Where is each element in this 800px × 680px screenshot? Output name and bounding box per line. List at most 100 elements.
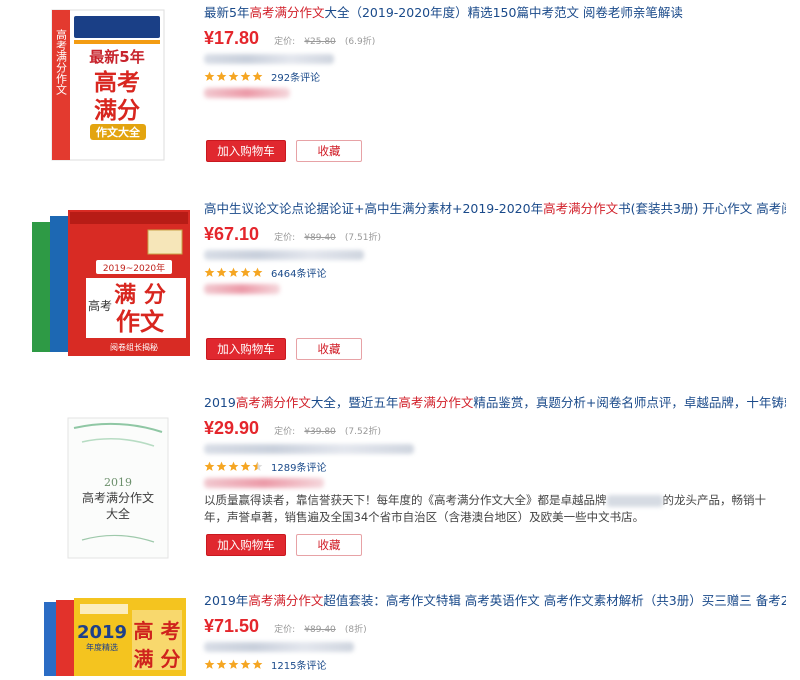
title-text: 书(套装共3册) 开心作文 高考阅卷组长揭秘, xyxy=(618,201,786,216)
star-icon xyxy=(240,267,251,278)
title-highlight: 高考满分作文 xyxy=(249,5,325,20)
price-row: ¥29.90 定价: ¥39.80 (7.52折) xyxy=(204,418,786,440)
product-title-link[interactable]: 高中生议论文论点论据论证+高中生满分素材+2019-2020年高考满分作文书(套… xyxy=(204,200,786,218)
cover-side-text: 高考 xyxy=(88,298,112,313)
star-icon xyxy=(240,461,251,472)
cover-top-text: 最新5年 xyxy=(89,48,144,66)
action-buttons: 加入购物车 收藏 xyxy=(206,338,362,360)
star-icon xyxy=(240,71,251,82)
product-title-link[interactable]: 2019高考满分作文大全，暨近五年高考满分作文精品鉴赏，真题分析+阅卷名师点评，… xyxy=(204,394,786,412)
list-price: ¥25.80 xyxy=(304,37,336,47)
book-cover-image[interactable]: 高考满分作文 最新5年 高考 满分 作文大全 xyxy=(22,2,194,162)
product-description: 以质量赢得读者，靠信誉获天下！每年度的《高考满分作文大全》都是卓越品牌 的龙头产品… xyxy=(204,492,784,526)
favorite-button[interactable]: 收藏 xyxy=(296,338,362,360)
redacted-info xyxy=(204,54,334,64)
title-highlight: 高考满分作文 xyxy=(398,395,474,410)
price-row: ¥71.50 定价: ¥89.40 (8折) xyxy=(204,616,786,638)
product-info: 高中生议论文论点论据论证+高中生满分素材+2019-2020年高考满分作文书(套… xyxy=(204,200,786,294)
title-text: 大全（2019-2020年度）精选150篇中考范文 阅卷老师亲笔解读 xyxy=(324,5,683,20)
star-icon xyxy=(204,461,215,472)
title-text: 2019 xyxy=(204,395,236,410)
product-info: 2019年高考满分作文超值套装：高考作文特辑 高考英语作文 高考作文素材解析（共… xyxy=(204,592,786,672)
rating-row: 6464条评论 xyxy=(204,264,786,280)
cover-sub-text: 作文大全 xyxy=(96,125,141,139)
cover-big-text-1: 高考 xyxy=(94,69,140,96)
product-item: 高考满分作文 最新5年 高考 满分 作文大全 最新5年高考满分作文大全（2019… xyxy=(0,0,800,190)
list-price: ¥39.80 xyxy=(304,427,336,437)
list-price: ¥89.40 xyxy=(304,233,336,243)
list-price: ¥89.40 xyxy=(304,625,336,635)
title-text: 精品鉴赏，真题分析+阅卷名师点评，卓越品牌，十年铸就 xyxy=(473,395,786,410)
redacted-shop xyxy=(204,88,290,98)
star-icon xyxy=(252,71,263,82)
product-info: 最新5年高考满分作文大全（2019-2020年度）精选150篇中考范文 阅卷老师… xyxy=(204,4,786,98)
redacted-info xyxy=(204,444,414,454)
list-price-label: 定价: xyxy=(274,625,296,635)
cover-top-text: 2019~2020年 xyxy=(103,262,165,274)
star-icon xyxy=(252,659,263,670)
cover-side-text: 高考满分作文 xyxy=(55,28,68,95)
title-text: 高中生议论文论点论据论证+高中生满分素材+2019-2020年 xyxy=(204,201,544,216)
book-cover-image[interactable]: 2019~2020年 满 分 作文 高考 阅卷组长揭秘 xyxy=(22,202,194,362)
current-price: ¥71.50 xyxy=(204,616,260,636)
favorite-button[interactable]: 收藏 xyxy=(296,140,362,162)
star-icon xyxy=(228,461,239,472)
redacted-info xyxy=(204,642,354,652)
review-count-link[interactable]: 1289条评论 xyxy=(271,459,326,474)
cover-big-text-2: 满 分 xyxy=(134,647,181,671)
current-price: ¥29.90 xyxy=(204,418,260,438)
star-icon xyxy=(240,659,251,670)
star-icon xyxy=(216,71,227,82)
add-to-cart-button[interactable]: 加入购物车 xyxy=(206,534,286,556)
redacted-info xyxy=(204,250,364,260)
favorite-button[interactable]: 收藏 xyxy=(296,534,362,556)
star-icon xyxy=(216,659,227,670)
discount: (8折) xyxy=(344,625,367,635)
title-highlight: 高考满分作文 xyxy=(543,201,619,216)
cover-big-text-2: 作文 xyxy=(116,307,165,336)
star-rating xyxy=(204,267,263,278)
title-text: 大全，暨近五年 xyxy=(310,395,399,410)
title-text: 2019年 xyxy=(204,593,249,608)
add-to-cart-button[interactable]: 加入购物车 xyxy=(206,338,286,360)
product-item: 2019~2020年 满 分 作文 高考 阅卷组长揭秘 高中生议论文论点论据论证… xyxy=(0,196,800,376)
star-icon xyxy=(204,71,215,82)
list-price-label: 定价: xyxy=(274,427,296,437)
desc-text: 以质量赢得读者，靠信誉获天下！每年度的《高考满分作文大全》都是卓越品牌 xyxy=(204,493,607,507)
star-icon xyxy=(252,461,263,472)
product-item: 2019 高考满分作文 大全 2019高考满分作文大全，暨近五年高考满分作文精品… xyxy=(0,394,800,574)
star-icon xyxy=(204,659,215,670)
title-text: 最新5年 xyxy=(204,5,250,20)
cover-title-2: 大全 xyxy=(106,506,130,521)
discount: (6.9折) xyxy=(344,37,376,47)
review-count-link[interactable]: 6464条评论 xyxy=(271,265,326,280)
redacted-brand xyxy=(606,494,663,507)
current-price: ¥67.10 xyxy=(204,224,260,244)
add-to-cart-button[interactable]: 加入购物车 xyxy=(206,140,286,162)
title-highlight: 高考满分作文 xyxy=(248,593,324,608)
book-cover-image[interactable]: 2019 年度精选 高 考 满 分 xyxy=(22,594,194,678)
product-title-link[interactable]: 最新5年高考满分作文大全（2019-2020年度）精选150篇中考范文 阅卷老师… xyxy=(204,4,786,22)
cover-big-text-2: 满分 xyxy=(94,97,140,124)
star-icon xyxy=(228,659,239,670)
title-highlight: 高考满分作文 xyxy=(235,395,311,410)
current-price: ¥17.80 xyxy=(204,28,260,48)
product-title-link[interactable]: 2019年高考满分作文超值套装：高考作文特辑 高考英语作文 高考作文素材解析（共… xyxy=(204,592,786,610)
list-price-label: 定价: xyxy=(274,233,296,243)
star-icon xyxy=(252,267,263,278)
cover-title-1: 高考满分作文 xyxy=(82,490,154,505)
product-info: 2019高考满分作文大全，暨近五年高考满分作文精品鉴赏，真题分析+阅卷名师点评，… xyxy=(204,394,786,526)
star-rating xyxy=(204,461,263,472)
cover-sub-text: 年度精选 xyxy=(86,642,118,652)
rating-row: 1289条评论 xyxy=(204,458,786,474)
action-buttons: 加入购物车 收藏 xyxy=(206,534,362,556)
star-icon xyxy=(216,267,227,278)
book-cover-image[interactable]: 2019 高考满分作文 大全 xyxy=(22,412,194,572)
rating-row: 1215条评论 xyxy=(204,656,786,672)
cover-sub-text: 阅卷组长揭秘 xyxy=(110,342,158,352)
review-count-link[interactable]: 1215条评论 xyxy=(271,657,326,672)
rating-row: 292条评论 xyxy=(204,68,786,84)
review-count-link[interactable]: 292条评论 xyxy=(271,69,320,84)
redacted-shop xyxy=(204,284,280,294)
cover-year: 2019 xyxy=(77,622,127,643)
